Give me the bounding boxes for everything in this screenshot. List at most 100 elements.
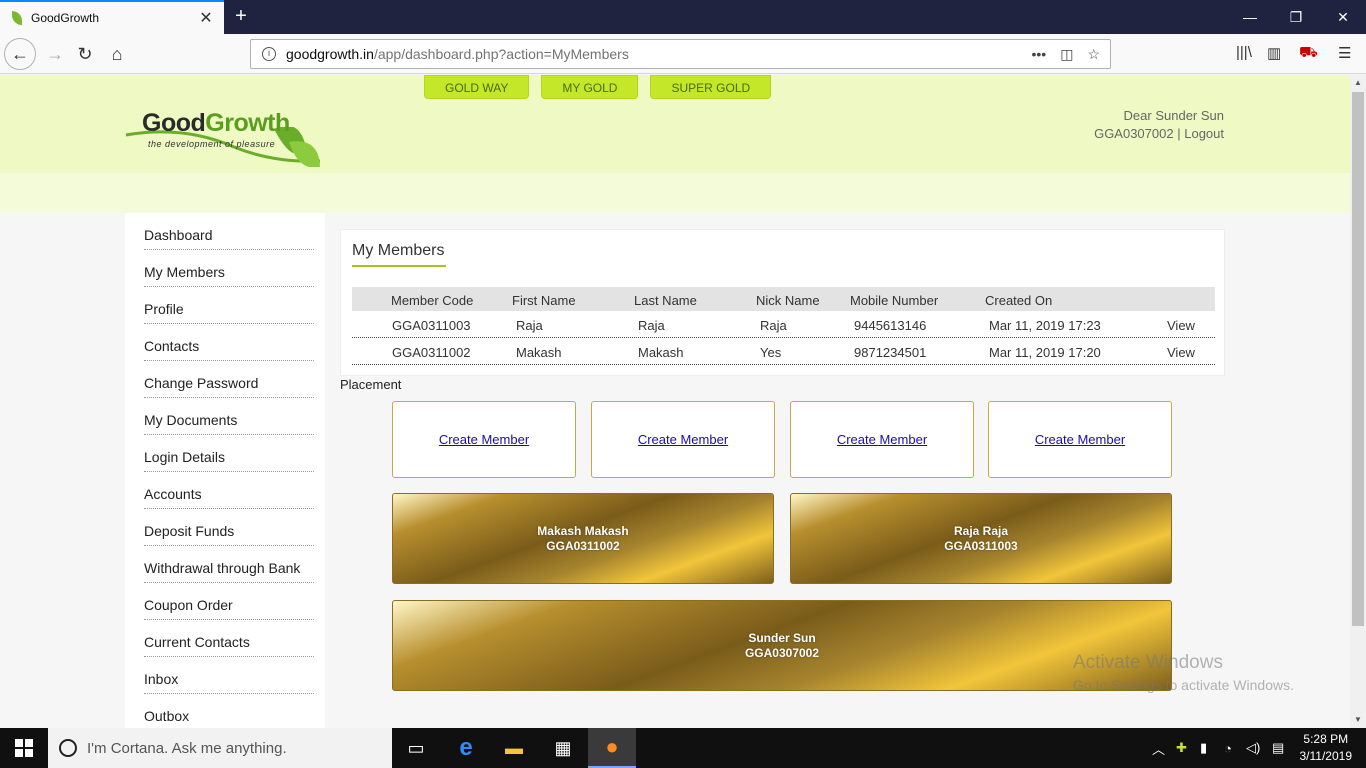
volume-icon[interactable]: ◁) xyxy=(1246,728,1260,768)
tray-app-icon[interactable]: ✚ xyxy=(1176,728,1187,768)
forward-icon[interactable]: → xyxy=(40,40,70,68)
col-mobile: Mobile Number xyxy=(850,293,939,308)
sidebar-item-change-password[interactable]: Change Password xyxy=(144,361,314,398)
col-first-name: First Name xyxy=(512,293,576,308)
reload-icon[interactable]: ↻ xyxy=(70,40,100,68)
pocket-icon[interactable]: ◫ xyxy=(1060,46,1073,63)
url-path: /app/dashboard.php?action=MyMembers xyxy=(373,46,629,62)
sidebar: Dashboard My Members Profile Contacts Ch… xyxy=(125,213,325,728)
view-link[interactable]: View xyxy=(1167,318,1195,333)
extension-icon[interactable]: ⛟ xyxy=(1299,44,1318,64)
col-last-name: Last Name xyxy=(634,293,697,308)
view-link[interactable]: View xyxy=(1167,345,1195,360)
sidebar-item-contacts[interactable]: Contacts xyxy=(144,324,314,361)
create-member-slot: Create Member xyxy=(988,401,1172,478)
cell-nick: Yes xyxy=(760,345,782,360)
cell-mobile: 9445613146 xyxy=(854,318,927,333)
sidebar-item-dashboard[interactable]: Dashboard xyxy=(144,213,314,250)
store-icon[interactable]: ▦ xyxy=(539,728,587,768)
page-actions-icon[interactable]: ••• xyxy=(1031,46,1046,63)
edge-icon[interactable]: e xyxy=(442,728,490,768)
browser-tab[interactable]: GoodGrowth ✕ xyxy=(0,0,224,34)
create-member-slot: Create Member xyxy=(790,401,974,478)
placement-label: Placement xyxy=(340,377,402,392)
scroll-up-icon[interactable]: ▲ xyxy=(1354,78,1362,87)
restore-icon[interactable]: ❐ xyxy=(1273,0,1319,34)
cell-mobile: 9871234501 xyxy=(854,345,927,360)
nav-gold-way[interactable]: GOLD WAY xyxy=(424,75,530,99)
logo-text: GoodGrowth xyxy=(142,109,290,138)
scroll-down-icon[interactable]: ▼ xyxy=(1354,715,1362,724)
sidebar-item-my-members[interactable]: My Members xyxy=(144,250,314,287)
placement-root-node[interactable]: Sunder Sun GGA0307002 xyxy=(392,600,1172,691)
sidebar-item-accounts[interactable]: Accounts xyxy=(144,472,314,509)
url-bar[interactable]: i goodgrowth.in/app/dashboard.php?action… xyxy=(250,39,1111,69)
members-panel: My Members Member Code First Name Last N… xyxy=(340,229,1225,376)
members-table: Member Code First Name Last Name Nick Na… xyxy=(352,287,1215,365)
top-nav: GOLD WAY MY GOLD SUPER GOLD xyxy=(424,75,772,99)
battery-icon[interactable]: ▮ xyxy=(1200,728,1207,768)
logout-link[interactable]: Logout xyxy=(1184,126,1224,141)
create-member-link[interactable]: Create Member xyxy=(439,432,529,447)
task-view-icon[interactable]: ▭ xyxy=(392,728,440,768)
create-member-link[interactable]: Create Member xyxy=(837,432,927,447)
sidebar-item-withdrawal[interactable]: Withdrawal through Bank xyxy=(144,546,314,583)
create-member-link[interactable]: Create Member xyxy=(638,432,728,447)
close-window-icon[interactable]: ✕ xyxy=(1320,0,1366,34)
windows-taskbar: I'm Cortana. Ask me anything. ▭ e ▬ ▦ ● … xyxy=(0,728,1366,768)
sidebar-item-profile[interactable]: Profile xyxy=(144,287,314,324)
minimize-icon[interactable]: — xyxy=(1227,0,1273,34)
scroll-thumb[interactable] xyxy=(1352,92,1364,626)
create-member-link[interactable]: Create Member xyxy=(1035,432,1125,447)
file-explorer-icon[interactable]: ▬ xyxy=(490,728,538,768)
panel-title: My Members xyxy=(352,242,445,259)
cell-last: Makash xyxy=(638,345,684,360)
cell-first: Raja xyxy=(516,318,543,333)
nav-super-gold[interactable]: SUPER GOLD xyxy=(650,75,772,99)
tray-chevron-icon[interactable]: ︿ xyxy=(1152,728,1165,768)
close-tab-icon[interactable]: ✕ xyxy=(196,8,216,28)
placement-node-makash[interactable]: Makash Makash GGA0311002 xyxy=(392,493,774,584)
firefox-icon[interactable]: ● xyxy=(588,728,636,768)
cell-created: Mar 11, 2019 17:20 xyxy=(989,345,1101,360)
library-icon[interactable]: |||\ xyxy=(1236,44,1252,64)
nav-my-gold[interactable]: MY GOLD xyxy=(541,75,639,99)
network-icon[interactable]: ◔ xyxy=(1224,728,1232,768)
cell-last: Raja xyxy=(638,318,665,333)
back-icon[interactable]: ← xyxy=(4,38,36,70)
cortana-placeholder: I'm Cortana. Ask me anything. xyxy=(87,739,287,757)
bookmark-star-icon[interactable]: ☆ xyxy=(1087,46,1100,63)
user-code: GGA0307002 xyxy=(1094,126,1174,141)
home-icon[interactable]: ⌂ xyxy=(102,40,132,68)
url-text[interactable]: goodgrowth.in/app/dashboard.php?action=M… xyxy=(286,46,1031,62)
greeting: Dear Sunder Sun xyxy=(1123,108,1224,123)
placement-node-raja[interactable]: Raja Raja GGA0311003 xyxy=(790,493,1172,584)
sidebar-item-login-details[interactable]: Login Details xyxy=(144,435,314,472)
sidebar-icon[interactable]: ▥ xyxy=(1267,44,1281,64)
logo-good: Good xyxy=(142,109,206,137)
separator: | xyxy=(1177,126,1181,141)
menu-icon[interactable]: ☰ xyxy=(1338,44,1351,64)
create-member-slot: Create Member xyxy=(392,401,576,478)
table-row: GGA0311003 Raja Raja Raja 9445613146 Mar… xyxy=(352,311,1215,338)
clock-date: 3/11/2019 xyxy=(1299,749,1353,763)
sidebar-item-deposit-funds[interactable]: Deposit Funds xyxy=(144,509,314,546)
goodgrowth-logo[interactable]: GoodGrowth the development of pleasure xyxy=(124,87,324,167)
sidebar-item-current-contacts[interactable]: Current Contacts xyxy=(144,620,314,657)
web-page: GoodGrowth the development of pleasure G… xyxy=(0,75,1350,728)
node-code: GGA0311002 xyxy=(546,538,620,553)
notifications-icon[interactable]: ▤ xyxy=(1272,728,1284,768)
user-info: Dear Sunder Sun GGA0307002 | Logout xyxy=(1094,107,1224,143)
sidebar-item-my-documents[interactable]: My Documents xyxy=(144,398,314,435)
cortana-search[interactable]: I'm Cortana. Ask me anything. xyxy=(48,728,392,768)
site-info-icon[interactable]: i xyxy=(262,47,276,61)
clock[interactable]: 5:28 PM 3/11/2019 xyxy=(1300,731,1353,765)
table-header: Member Code First Name Last Name Nick Na… xyxy=(352,287,1215,311)
activate-windows-watermark: Activate Windows Go to Settings to activ… xyxy=(1073,652,1294,693)
windows-start-icon[interactable] xyxy=(0,728,48,768)
sidebar-item-coupon-order[interactable]: Coupon Order xyxy=(144,583,314,620)
sidebar-item-outbox[interactable]: Outbox xyxy=(144,694,314,728)
page-scrollbar[interactable]: ▲ ▼ xyxy=(1350,75,1366,728)
sidebar-item-inbox[interactable]: Inbox xyxy=(144,657,314,694)
new-tab-icon[interactable]: + xyxy=(230,4,252,28)
